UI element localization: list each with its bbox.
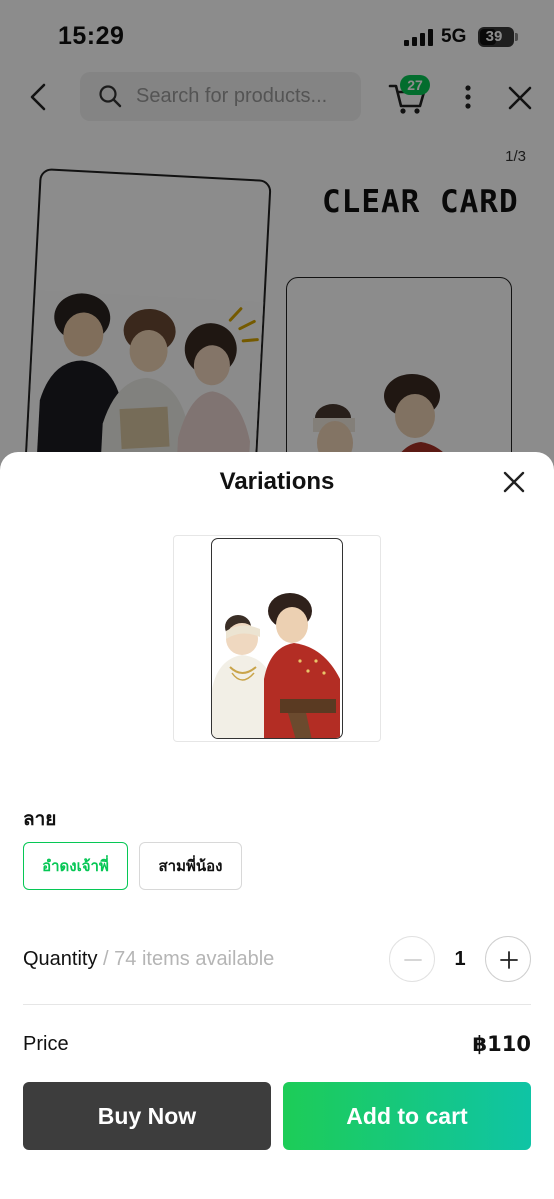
app-screen: 15:29 5G 39 27 1/3 CLEAR CARD [0, 0, 554, 1199]
variant-option[interactable]: สามพี่น้อง [139, 842, 242, 890]
variations-sheet: Variations ลาย อำดงเจ้าพี่ สามพี่น้อง Qu… [0, 452, 554, 1199]
divider [23, 1004, 531, 1005]
variant-preview-image[interactable] [173, 535, 381, 742]
quantity-separator: / [103, 948, 109, 970]
buy-now-button[interactable]: Buy Now [23, 1082, 271, 1150]
decrease-quantity-button[interactable] [389, 936, 435, 982]
close-icon [503, 471, 525, 493]
sheet-close-button[interactable] [500, 468, 528, 496]
add-to-cart-button[interactable]: Add to cart [283, 1082, 531, 1150]
items-available: 74 items available [114, 948, 275, 970]
pattern-option-label: ลาย [23, 808, 57, 830]
quantity-label-row: Quantity / 74 items available [23, 948, 274, 971]
variant-card-artwork [211, 538, 343, 739]
sheet-title: Variations [219, 468, 335, 495]
minus-icon [404, 959, 422, 961]
price-label: Price [23, 1033, 69, 1055]
variant-option-selected[interactable]: อำดงเจ้าพี่ [23, 842, 128, 890]
quantity-value[interactable]: 1 [440, 948, 480, 971]
quantity-label: Quantity [23, 948, 98, 970]
increase-quantity-button[interactable] [485, 936, 531, 982]
plus-icon [500, 951, 518, 969]
price-value: ฿110 [472, 1032, 531, 1056]
